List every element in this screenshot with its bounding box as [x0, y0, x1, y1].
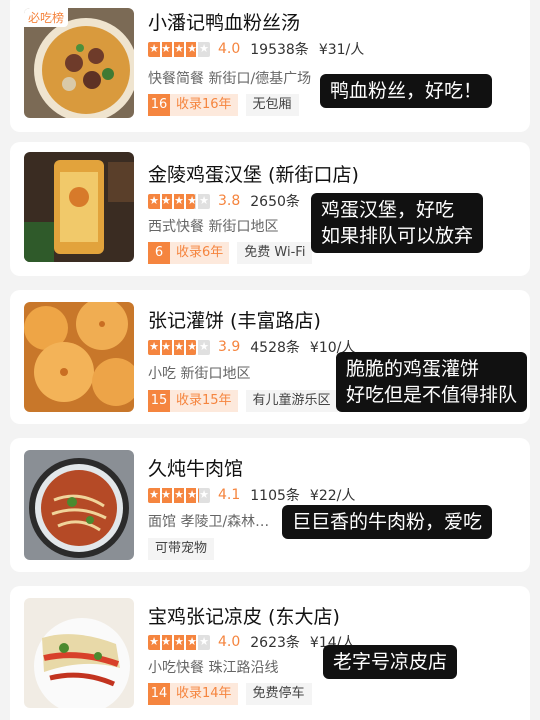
star-rating: ★ ★ ★ ★ ★ — [148, 339, 210, 355]
years-listed-badge: 14 收录14年 — [148, 683, 238, 705]
restaurant-name[interactable]: 金陵鸡蛋汉堡 (新街口店) — [148, 160, 359, 187]
rating-score: 4.0 — [218, 41, 241, 57]
comment-line: 鸡蛋汉堡，好吃 — [321, 199, 455, 221]
rating-row: ★ ★ ★ ★ ★ 4.1 1105条 ¥22/人 — [148, 485, 355, 505]
star-rating: ★ ★ ★ ★ ★ — [148, 634, 210, 650]
food-photo: 必吃榜 — [24, 8, 134, 118]
food-photo — [24, 152, 134, 262]
rating-row: ★ ★ ★ ★ ★ 3.9 4528条 ¥10/人 — [148, 337, 355, 357]
review-count: 2623条 — [250, 635, 300, 651]
feature-tag: 免费 Wi-Fi — [237, 242, 313, 264]
food-photo — [24, 598, 134, 708]
comment-bubble: 巨巨香的牛肉粉，爱吃 — [282, 505, 493, 539]
restaurant-name[interactable]: 宝鸡张记凉皮 (东大店) — [148, 602, 340, 629]
category-location: 面馆 孝陵卫/森林… — [148, 514, 270, 530]
rating-score: 4.0 — [218, 634, 241, 650]
restaurant-card[interactable]: 必吃榜 小潘记鸭血粉丝汤 ★ ★ ★ ★ ★ 4.0 19538条 ¥31/人 快餐简餐… — [10, 0, 530, 132]
feature-tag: 可带宠物 — [148, 538, 215, 560]
star-rating: ★ ★ ★ ★ ★ — [148, 41, 210, 57]
tag-row: 14 收录14年 免费停车 — [148, 683, 312, 705]
comment-bubble: 鸭血粉丝，好吃！ — [320, 74, 493, 108]
rating-score: 3.9 — [218, 339, 241, 355]
comment-line: 如果排队可以放弃 — [321, 225, 474, 247]
cold-noodle-image — [24, 598, 134, 708]
review-count: 4528条 — [250, 340, 300, 356]
review-count: 2650条 — [250, 194, 300, 210]
comment-line: 脆脆的鸡蛋灌饼 — [346, 358, 480, 380]
feature-tag: 有儿童游乐区 — [245, 390, 338, 412]
tag-row: 可带宠物 — [148, 538, 215, 560]
restaurant-name[interactable]: 小潘记鸭血粉丝汤 — [148, 8, 300, 35]
category-location: 西式快餐 新街口地区 — [148, 219, 279, 235]
star-rating: ★ ★ ★ ★ ★ — [148, 487, 210, 503]
comment-bubble: 老字号凉皮店 — [323, 645, 458, 679]
category-location: 小吃 新街口地区 — [148, 366, 251, 382]
restaurant-name[interactable]: 久炖牛肉馆 — [148, 454, 243, 481]
food-photo — [24, 302, 134, 412]
rating-score: 4.1 — [218, 487, 241, 503]
feature-tag: 免费停车 — [245, 683, 312, 705]
food-photo — [24, 450, 134, 560]
tag-row: 6 收录6年 免费 Wi-Fi — [148, 242, 313, 264]
years-listed-badge: 6 收录6年 — [148, 242, 230, 264]
comment-line: 好吃但是不值得排队 — [346, 384, 518, 406]
beef-noodle-image — [24, 450, 134, 560]
restaurant-name[interactable]: 张记灌饼 (丰富路店) — [148, 306, 321, 333]
rating-row: ★ ★ ★ ★ ★ 3.8 2650条 — [148, 191, 310, 211]
feature-tag: 无包厢 — [245, 94, 299, 116]
years-listed-badge: 15 收录15年 — [148, 390, 238, 412]
avg-price: ¥22/人 — [309, 488, 356, 504]
years-listed-badge: 16 收录16年 — [148, 94, 238, 116]
star-rating: ★ ★ ★ ★ ★ — [148, 193, 210, 209]
category-location: 小吃快餐 珠江路沿线 — [148, 660, 279, 676]
review-count: 1105条 — [250, 488, 300, 504]
avg-price: ¥31/人 — [318, 42, 365, 58]
tag-row: 16 收录16年 无包厢 — [148, 94, 299, 116]
egg-burger-image — [24, 152, 134, 262]
review-count: 19538条 — [250, 42, 309, 58]
egg-pancake-image — [24, 302, 134, 412]
comment-bubble: 鸡蛋汉堡，好吃 如果排队可以放弃 — [311, 193, 484, 253]
tag-row: 15 收录15年 有儿童游乐区 — [148, 390, 338, 412]
comment-bubble: 脆脆的鸡蛋灌饼 好吃但是不值得排队 — [336, 352, 528, 412]
category-location: 快餐简餐 新街口/德基广场 — [148, 71, 312, 87]
rating-score: 3.8 — [218, 193, 241, 209]
must-eat-badge: 必吃榜 — [24, 8, 69, 27]
rating-row: ★ ★ ★ ★ ★ 4.0 19538条 ¥31/人 — [148, 39, 364, 59]
